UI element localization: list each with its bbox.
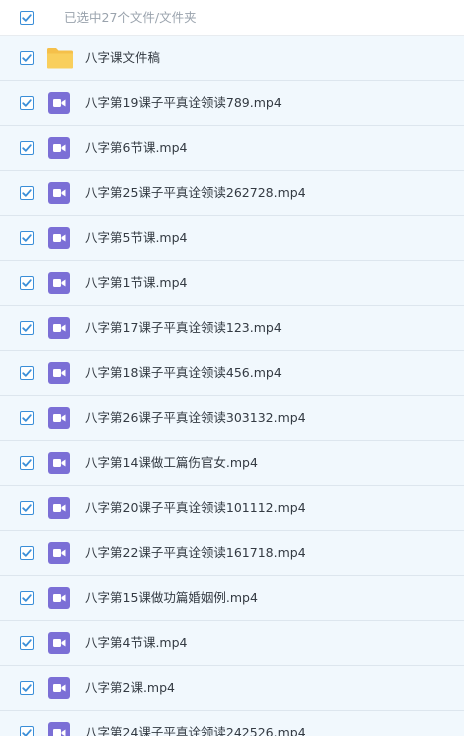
file-name[interactable]: 八字第24课子平真诠领读242526.mp4 [85,725,306,736]
file-row[interactable]: 八字第26课子平真诠领读303132.mp4 [0,396,464,441]
file-name[interactable]: 八字第20课子平真诠领读101112.mp4 [85,500,306,516]
file-row[interactable]: 八字第19课子平真诠领读789.mp4 [0,81,464,126]
file-name[interactable]: 八字第22课子平真诠领读161718.mp4 [85,545,306,561]
checkmark-icon [22,54,32,62]
file-checkbox[interactable] [20,546,34,560]
video-file-icon [48,677,70,699]
checkmark-icon [22,549,32,557]
checkmark-icon [22,504,32,512]
file-name[interactable]: 八字第25课子平真诠领读262728.mp4 [85,185,306,201]
file-row[interactable]: 八字第4节课.mp4 [0,621,464,666]
file-row[interactable]: 八字第20课子平真诠领读101112.mp4 [0,486,464,531]
file-row[interactable]: 八字第22课子平真诠领读161718.mp4 [0,531,464,576]
checkmark-icon [22,594,32,602]
file-list: 八字课文件稿八字第19课子平真诠领读789.mp4 八字第6节课.mp4 八字第25… [0,36,464,736]
video-file-icon [48,542,70,564]
select-all-checkbox[interactable] [20,11,34,25]
file-name[interactable]: 八字课文件稿 [85,50,160,66]
file-checkbox[interactable] [20,456,34,470]
file-checkbox[interactable] [20,636,34,650]
video-file-icon [48,227,70,249]
file-name[interactable]: 八字第26课子平真诠领读303132.mp4 [85,410,306,426]
file-name[interactable]: 八字第4节课.mp4 [85,635,188,651]
file-row[interactable]: 八字第2课.mp4 [0,666,464,711]
checkmark-icon [22,14,32,22]
video-file-icon [48,182,70,204]
file-checkbox[interactable] [20,186,34,200]
checkmark-icon [22,189,32,197]
video-file-icon [48,272,70,294]
file-checkbox[interactable] [20,276,34,290]
video-file-icon [48,722,70,736]
file-name[interactable]: 八字第2课.mp4 [85,680,175,696]
file-checkbox[interactable] [20,411,34,425]
file-name[interactable]: 八字第18课子平真诠领读456.mp4 [85,365,282,381]
file-row[interactable]: 八字第25课子平真诠领读262728.mp4 [0,171,464,216]
file-name[interactable]: 八字第1节课.mp4 [85,275,188,291]
file-checkbox[interactable] [20,96,34,110]
checkmark-icon [22,369,32,377]
file-row[interactable]: 八字第5节课.mp4 [0,216,464,261]
file-list-page: 已选中27个文件/文件夹 八字课文件稿 八字第19课子平真诠领读789.mp4 八字… [0,0,464,736]
file-name[interactable]: 八字第14课做工篇伤官女.mp4 [85,455,258,471]
file-checkbox[interactable] [20,141,34,155]
file-name[interactable]: 八字第6节课.mp4 [85,140,188,156]
checkmark-icon [22,414,32,422]
video-file-icon [48,632,70,654]
file-name[interactable]: 八字第17课子平真诠领读123.mp4 [85,320,282,336]
checkmark-icon [22,99,32,107]
file-checkbox[interactable] [20,681,34,695]
checkmark-icon [22,144,32,152]
file-row[interactable]: 八字第18课子平真诠领读456.mp4 [0,351,464,396]
video-file-icon [48,362,70,384]
checkmark-icon [22,684,32,692]
video-file-icon [48,317,70,339]
file-checkbox[interactable] [20,501,34,515]
selection-header: 已选中27个文件/文件夹 [0,0,464,36]
file-checkbox[interactable] [20,51,34,65]
file-row[interactable]: 八字第6节课.mp4 [0,126,464,171]
file-checkbox[interactable] [20,726,34,736]
checkmark-icon [22,234,32,242]
file-row[interactable]: 八字第15课做功篇婚姻例.mp4 [0,576,464,621]
file-checkbox[interactable] [20,231,34,245]
file-checkbox[interactable] [20,321,34,335]
video-file-icon [48,452,70,474]
selection-count-text: 已选中27个文件/文件夹 [64,10,197,25]
file-checkbox[interactable] [20,591,34,605]
checkmark-icon [22,729,32,736]
checkmark-icon [22,459,32,467]
file-row[interactable]: 八字第17课子平真诠领读123.mp4 [0,306,464,351]
video-file-icon [48,92,70,114]
video-file-icon [48,587,70,609]
file-name[interactable]: 八字第5节课.mp4 [85,230,188,246]
file-checkbox[interactable] [20,366,34,380]
file-row[interactable]: 八字课文件稿 [0,36,464,81]
folder-icon [46,46,74,70]
video-file-icon [48,407,70,429]
video-file-icon [48,497,70,519]
video-file-icon [48,137,70,159]
file-name[interactable]: 八字第15课做功篇婚姻例.mp4 [85,590,258,606]
file-row[interactable]: 八字第14课做工篇伤官女.mp4 [0,441,464,486]
file-name[interactable]: 八字第19课子平真诠领读789.mp4 [85,95,282,111]
checkmark-icon [22,279,32,287]
checkmark-icon [22,324,32,332]
file-row[interactable]: 八字第24课子平真诠领读242526.mp4 [0,711,464,736]
checkmark-icon [22,639,32,647]
file-row[interactable]: 八字第1节课.mp4 [0,261,464,306]
